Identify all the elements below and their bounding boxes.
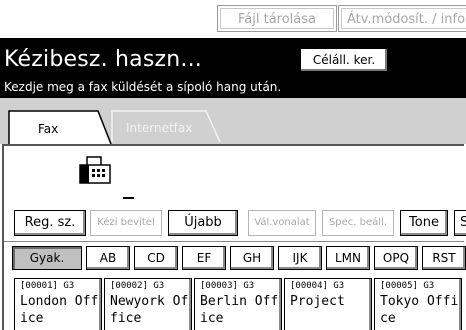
partial-button[interactable]: S	[454, 210, 466, 236]
new-destination-label: Újabb	[184, 215, 222, 230]
tab-fax[interactable]: Fax	[8, 110, 112, 144]
destination-name: Project	[290, 294, 345, 309]
index-tab-rst[interactable]: RST	[422, 246, 466, 270]
transfer-settings-button[interactable]: Átv.módosít. / info	[338, 5, 466, 32]
index-tab-ef[interactable]: EF	[182, 246, 226, 270]
manual-entry-label: Kézi bevitel	[97, 217, 155, 228]
destination-reg-number: [00001] G3	[20, 281, 75, 291]
index-tab-cd[interactable]: CD	[134, 246, 178, 270]
index-tab-frequent[interactable]: Gyak.	[12, 246, 82, 270]
tab-shape	[8, 110, 112, 144]
fax-machine-icon	[79, 156, 111, 184]
destination-button-berlin[interactable]: [00003] G3 Berlin Office	[194, 278, 282, 330]
destination-button-newyork[interactable]: [00002] G3 Newyork Office	[104, 278, 192, 330]
index-tab-label: OPQ	[382, 251, 410, 265]
special-settings-button[interactable]: Spec. beáll.	[322, 210, 394, 236]
index-tab-label: EF	[196, 251, 212, 265]
destination-name: London Office	[20, 294, 99, 326]
destination-button-tokyo[interactable]: [00005] G3 Tokyo Office	[374, 278, 462, 330]
index-tab-label: IJK	[292, 251, 308, 265]
new-destination-button[interactable]: Újabb	[168, 210, 238, 236]
destination-name: Tokyo Office	[380, 294, 459, 326]
special-settings-label: Spec. beáll.	[328, 217, 388, 228]
index-tab-label: GH	[242, 251, 262, 265]
destination-reg-number: [00002] G3	[110, 281, 165, 291]
index-tab-label: Gyak.	[29, 251, 65, 265]
number-entry-cursor	[123, 197, 134, 199]
tab-fax-label: Fax	[38, 122, 59, 136]
instruction-message: Kezdje meg a fax küldését a sípoló hang …	[4, 80, 282, 94]
page-title: Kézibesz. haszn...	[4, 47, 202, 72]
tone-label: Tone	[409, 215, 439, 230]
tab-internetfax[interactable]: Internetfax	[110, 110, 222, 142]
index-tab-opq[interactable]: OPQ	[374, 246, 418, 270]
reg-number-label: Reg. sz.	[24, 215, 76, 230]
reg-number-button[interactable]: Reg. sz.	[14, 210, 86, 236]
tab-internetfax-label: Internetfax	[126, 121, 193, 135]
line-select-button[interactable]: Vál.vonalat	[248, 210, 316, 236]
fax-content-panel: Reg. sz. Kézi bevitel Újabb Vál.vonalat …	[2, 144, 466, 330]
fax-screen: Fájl tárolása Átv.módosít. / info Kézibe…	[0, 0, 466, 330]
index-tab-ijk[interactable]: IJK	[278, 246, 322, 270]
top-button-strip: Fájl tárolása Átv.módosít. / info	[0, 0, 466, 38]
destination-name: Newyork Office	[110, 294, 189, 326]
file-storage-button[interactable]: Fájl tárolása	[217, 5, 337, 32]
header-bar: Kézibesz. haszn... Kezdje meg a fax küld…	[0, 38, 466, 98]
tone-button[interactable]: Tone	[400, 210, 448, 236]
destination-button-project[interactable]: [00004] G3 Project	[284, 278, 372, 330]
button-inner-border	[220, 8, 334, 29]
index-tab-label: CD	[147, 251, 165, 265]
index-tab-gh[interactable]: GH	[230, 246, 274, 270]
index-tab-label: RST	[432, 251, 456, 265]
index-tab-ab[interactable]: AB	[86, 246, 130, 270]
partial-button-label: S	[460, 215, 466, 230]
line-select-label: Vál.vonalat	[254, 217, 310, 228]
destination-reg-number: [00004] G3	[290, 281, 345, 291]
destination-name: Berlin Office	[200, 294, 279, 326]
destination-button-london[interactable]: [00001] G3 London Office	[14, 278, 102, 330]
manual-entry-button[interactable]: Kézi bevitel	[90, 210, 162, 236]
index-tab-label: AB	[99, 251, 117, 265]
index-tab-label: LMN	[334, 251, 361, 265]
destination-reg-number: [00005] G3	[380, 281, 435, 291]
destination-search-button[interactable]: Céláll. ker.	[300, 48, 388, 72]
tab-bar: Fax Internetfax	[0, 98, 466, 144]
index-tab-lmn[interactable]: LMN	[326, 246, 370, 270]
button-inner-border	[341, 8, 466, 29]
destination-reg-number: [00003] G3	[200, 281, 255, 291]
divider	[4, 241, 464, 242]
